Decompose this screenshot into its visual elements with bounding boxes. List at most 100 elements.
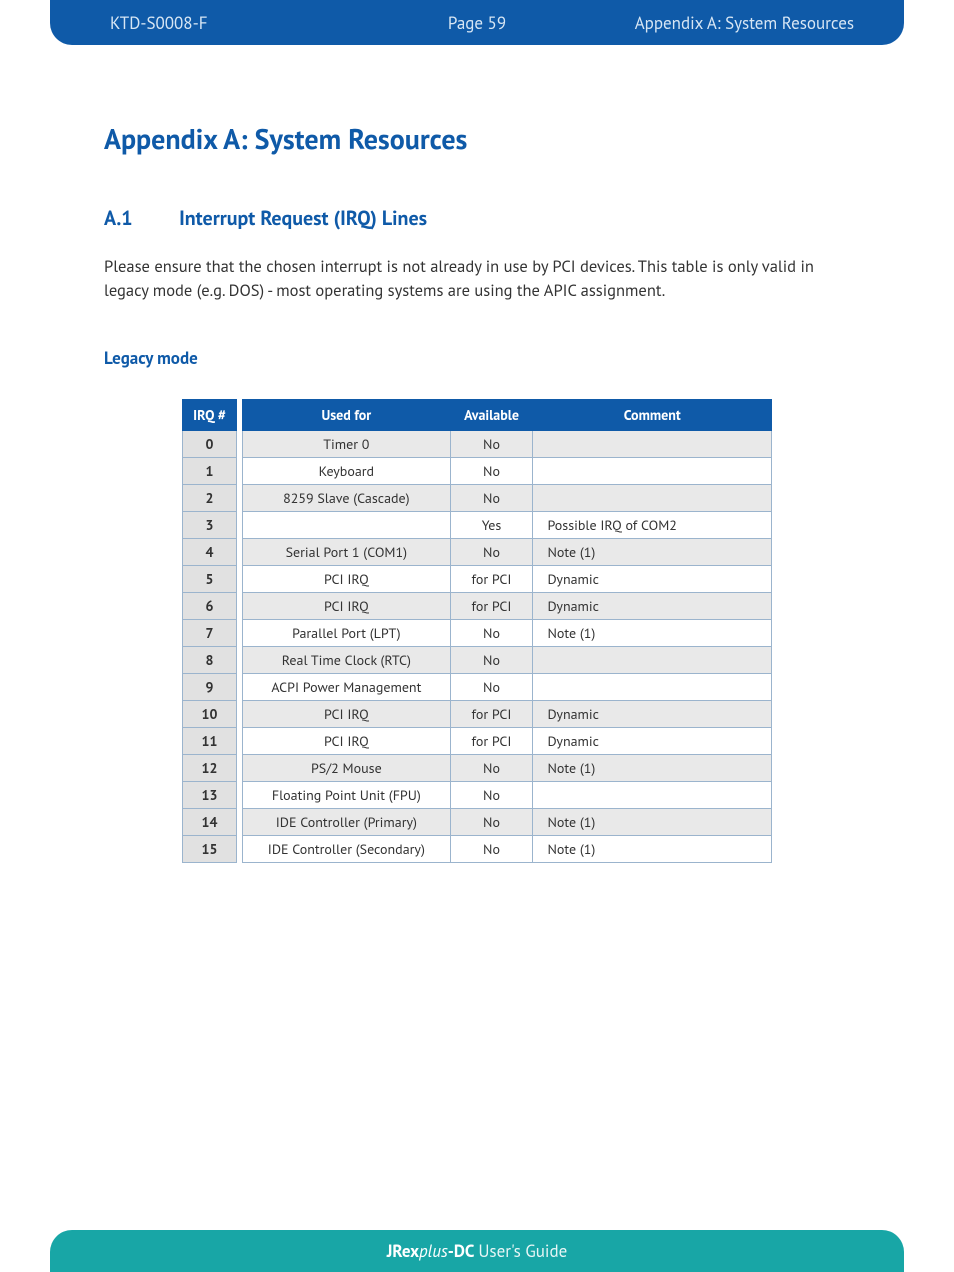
- cell-used: Real Time Clock (RTC): [243, 646, 450, 673]
- cell-comment: [533, 781, 772, 808]
- cell-comment: Note (1): [533, 754, 772, 781]
- cell-used: Timer 0: [243, 430, 450, 457]
- cell-irq: 8: [183, 646, 237, 673]
- page-number: Page 59: [448, 12, 506, 34]
- footer-guide: User's Guide: [478, 1240, 567, 1262]
- col-comment: Comment: [533, 399, 772, 430]
- cell-comment: Possible IRQ of COM2: [533, 511, 772, 538]
- cell-comment: Note (1): [533, 538, 772, 565]
- heading-3: Legacy mode: [104, 347, 850, 369]
- cell-irq: 5: [183, 565, 237, 592]
- cell-used: PCI IRQ: [243, 700, 450, 727]
- heading-1: Appendix A: System Resources: [104, 120, 850, 157]
- cell-used: PCI IRQ: [243, 565, 450, 592]
- cell-comment: Note (1): [533, 808, 772, 835]
- table-row: 10PCI IRQfor PCIDynamic: [183, 700, 772, 727]
- table-row: 7Parallel Port (LPT)NoNote (1): [183, 619, 772, 646]
- cell-comment: [533, 457, 772, 484]
- cell-avail: No: [450, 673, 533, 700]
- cell-comment: Dynamic: [533, 700, 772, 727]
- cell-avail: No: [450, 484, 533, 511]
- table-row: 28259 Slave (Cascade)No: [183, 484, 772, 511]
- cell-used: PCI IRQ: [243, 592, 450, 619]
- irq-table: IRQ # Used for Available Comment 0Timer …: [182, 399, 772, 863]
- table-row: 3 YesPossible IRQ of COM2: [183, 511, 772, 538]
- table-row: 11PCI IRQfor PCIDynamic: [183, 727, 772, 754]
- cell-comment: Note (1): [533, 619, 772, 646]
- table-row: 12PS/2 MouseNoNote (1): [183, 754, 772, 781]
- cell-avail: No: [450, 646, 533, 673]
- cell-used: Keyboard: [243, 457, 450, 484]
- cell-used: PCI IRQ: [243, 727, 450, 754]
- bottom-banner: JRexplus-DC User's Guide: [50, 1230, 904, 1272]
- table-header-row: IRQ # Used for Available Comment: [183, 399, 772, 430]
- cell-irq: 4: [183, 538, 237, 565]
- cell-irq: 7: [183, 619, 237, 646]
- section-number: A.1: [104, 205, 174, 231]
- cell-avail: No: [450, 430, 533, 457]
- table-row: 5PCI IRQfor PCIDynamic: [183, 565, 772, 592]
- cell-irq: 15: [183, 835, 237, 862]
- cell-irq: 6: [183, 592, 237, 619]
- cell-irq: 10: [183, 700, 237, 727]
- cell-used: 8259 Slave (Cascade): [243, 484, 450, 511]
- section-title: Interrupt Request (IRQ) Lines: [179, 205, 427, 231]
- cell-comment: [533, 673, 772, 700]
- cell-comment: Note (1): [533, 835, 772, 862]
- cell-avail: No: [450, 619, 533, 646]
- col-used: Used for: [243, 399, 450, 430]
- cell-used: IDE Controller (Secondary): [243, 835, 450, 862]
- cell-comment: [533, 646, 772, 673]
- cell-avail: Yes: [450, 511, 533, 538]
- footer-brand-3: -DC: [448, 1240, 475, 1262]
- table-row: 13Floating Point Unit (FPU)No: [183, 781, 772, 808]
- cell-avail: No: [450, 457, 533, 484]
- col-irq: IRQ #: [183, 399, 237, 430]
- heading-2: A.1 Interrupt Request (IRQ) Lines: [104, 205, 850, 231]
- cell-avail: for PCI: [450, 700, 533, 727]
- table-row: 6PCI IRQfor PCIDynamic: [183, 592, 772, 619]
- cell-used: Serial Port 1 (COM1): [243, 538, 450, 565]
- table-row: 0Timer 0No: [183, 430, 772, 457]
- doc-id: KTD-S0008-F: [110, 12, 207, 34]
- cell-irq: 12: [183, 754, 237, 781]
- cell-avail: No: [450, 781, 533, 808]
- table-row: 8Real Time Clock (RTC)No: [183, 646, 772, 673]
- cell-irq: 9: [183, 673, 237, 700]
- intro-paragraph: Please ensure that the chosen interrupt …: [104, 255, 850, 303]
- table-row: 1KeyboardNo: [183, 457, 772, 484]
- cell-comment: [533, 484, 772, 511]
- cell-avail: for PCI: [450, 592, 533, 619]
- table-row: 4Serial Port 1 (COM1)NoNote (1): [183, 538, 772, 565]
- cell-used: PS/2 Mouse: [243, 754, 450, 781]
- cell-comment: Dynamic: [533, 592, 772, 619]
- cell-irq: 14: [183, 808, 237, 835]
- table-row: 14IDE Controller (Primary)NoNote (1): [183, 808, 772, 835]
- cell-avail: No: [450, 835, 533, 862]
- cell-irq: 13: [183, 781, 237, 808]
- cell-comment: Dynamic: [533, 727, 772, 754]
- cell-avail: No: [450, 808, 533, 835]
- cell-used: Floating Point Unit (FPU): [243, 781, 450, 808]
- cell-irq: 0: [183, 430, 237, 457]
- cell-avail: No: [450, 538, 533, 565]
- cell-used: IDE Controller (Primary): [243, 808, 450, 835]
- cell-irq: 3: [183, 511, 237, 538]
- cell-used: ACPI Power Management: [243, 673, 450, 700]
- footer-brand-1: JRex: [387, 1240, 419, 1262]
- cell-used: Parallel Port (LPT): [243, 619, 450, 646]
- section-name: Appendix A: System Resources: [635, 12, 854, 34]
- cell-irq: 2: [183, 484, 237, 511]
- cell-avail: No: [450, 754, 533, 781]
- cell-irq: 1: [183, 457, 237, 484]
- page-content: Appendix A: System Resources A.1 Interru…: [104, 120, 850, 863]
- cell-comment: [533, 430, 772, 457]
- table-row: 15IDE Controller (Secondary)NoNote (1): [183, 835, 772, 862]
- cell-comment: Dynamic: [533, 565, 772, 592]
- cell-avail: for PCI: [450, 565, 533, 592]
- footer-brand-2: plus: [419, 1240, 448, 1262]
- col-avail: Available: [450, 399, 533, 430]
- table-row: 9ACPI Power ManagementNo: [183, 673, 772, 700]
- cell-irq: 11: [183, 727, 237, 754]
- top-banner: KTD-S0008-F Page 59 Appendix A: System R…: [50, 0, 904, 45]
